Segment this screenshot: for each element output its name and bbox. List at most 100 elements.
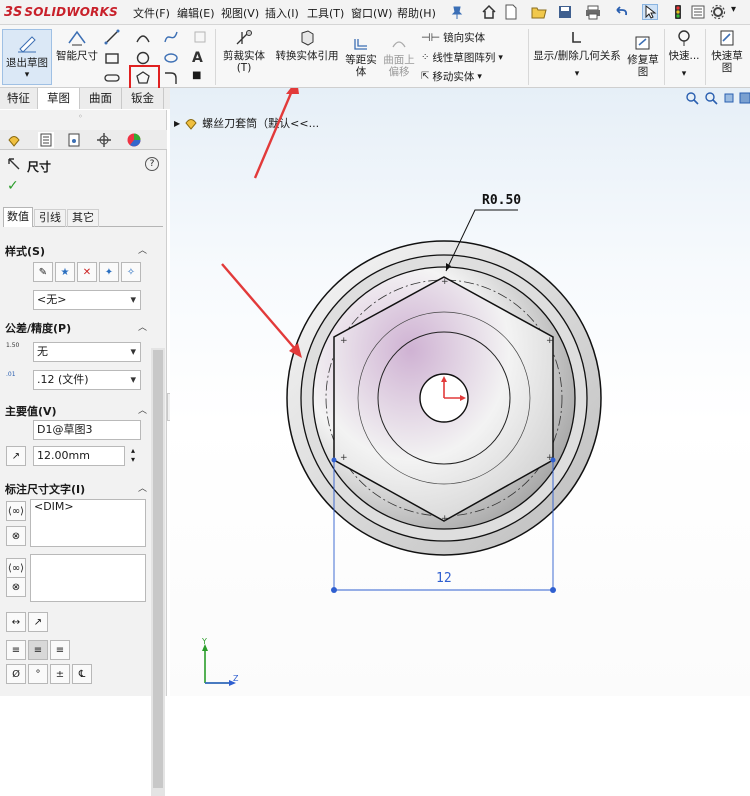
value-spinner-icon[interactable]: ▴ ▾ <box>127 446 139 466</box>
polygon-tool-icon[interactable] <box>135 70 151 86</box>
panel-splitter-handle[interactable]: ◦ <box>78 112 83 121</box>
load-style-icon[interactable]: ✧ <box>121 262 141 282</box>
tolerance-section-header[interactable]: 公差/精度(P) <box>5 320 71 336</box>
slot-tool-icon[interactable] <box>104 70 120 86</box>
display-manager-icon[interactable] <box>126 132 142 148</box>
reverse-direction-icon[interactable]: ↗ <box>6 446 26 466</box>
point-tool-icon[interactable]: ■ <box>192 70 208 86</box>
leader-arrow-icon[interactable]: ↗ <box>28 612 48 632</box>
offset-on-surface-button[interactable]: 曲面上 偏移 <box>380 35 418 85</box>
open-folder-icon[interactable] <box>531 4 547 20</box>
offset-entities-button[interactable]: 等距实 体 <box>344 35 378 85</box>
ellipse-tool-icon[interactable] <box>163 50 179 66</box>
dimxpert-manager-icon[interactable] <box>96 132 112 148</box>
repair-sketch-button[interactable]: 修复草 图 <box>625 35 661 85</box>
update-style-icon[interactable]: ★ <box>55 262 75 282</box>
ok-checkmark-icon[interactable]: ✓ <box>7 178 19 194</box>
dimension-value-field[interactable]: 12.00mm <box>33 446 125 466</box>
linear-pattern-button[interactable]: ⁘ 线性草图阵列 ▾ <box>421 50 503 65</box>
centerline-symbol-icon[interactable]: ℄ <box>72 664 92 684</box>
menu-edit[interactable]: 编辑(E) <box>177 5 215 21</box>
save-icon[interactable] <box>557 4 573 20</box>
options-gear-icon[interactable] <box>710 4 726 20</box>
arc-tool-icon[interactable] <box>135 29 151 45</box>
help-icon[interactable]: ? <box>145 157 159 171</box>
graphics-area[interactable]: ▶ 螺丝刀套筒（默认<<... + + + + + + Y Z R0.50 12 <box>170 88 750 696</box>
file-properties-icon[interactable] <box>690 4 706 20</box>
subtab-value[interactable]: 数值 <box>3 207 33 227</box>
property-manager-icon[interactable] <box>38 132 54 148</box>
menu-insert[interactable]: 插入(I) <box>265 5 299 21</box>
justify-dimension-icon[interactable]: ↔ <box>6 612 26 632</box>
diameter-symbol-icon[interactable]: Ø <box>6 664 26 684</box>
mirror-entities-button[interactable]: ⊣⊢ 镜向实体 <box>421 30 485 45</box>
collapse-chevron-icon[interactable]: ︿ <box>138 403 147 416</box>
menu-file[interactable]: 文件(F) <box>133 5 170 21</box>
select-pointer-icon[interactable] <box>642 4 658 20</box>
configuration-manager-icon[interactable] <box>66 132 82 148</box>
save-style-icon[interactable]: ✦ <box>99 262 119 282</box>
tolerance-type-select[interactable]: 无 <box>33 342 141 362</box>
print-icon[interactable] <box>585 4 601 20</box>
dimension-text-bottom-field[interactable] <box>30 554 146 602</box>
dim-text-add-icon[interactable]: ⊗ <box>6 526 26 546</box>
dim-text-below-icon[interactable]: ⟨∞⟩ <box>6 558 26 578</box>
scrollbar-thumb[interactable] <box>153 350 163 788</box>
pin-icon[interactable] <box>449 4 465 20</box>
new-document-icon[interactable] <box>503 4 519 20</box>
solidworks-logo[interactable]: 3S SOLIDWORKS <box>4 3 118 21</box>
circle-tool-icon[interactable] <box>135 50 151 66</box>
collapse-chevron-icon[interactable]: ︿ <box>138 481 147 494</box>
exit-sketch-button[interactable]: 退出草图 ▾ <box>2 29 52 85</box>
align-center-icon[interactable]: ≡ <box>28 640 48 660</box>
tab-surfaces[interactable]: 曲面 <box>80 88 122 109</box>
options-dropdown-icon[interactable]: ▾ <box>731 4 747 20</box>
tab-sheet-metal[interactable]: 钣金 <box>122 88 164 109</box>
dimension-text-section-header[interactable]: 标注尺寸文字(I) <box>5 481 85 497</box>
panel-scrollbar[interactable] <box>151 348 165 796</box>
subtab-leaders[interactable]: 引线 <box>34 209 66 227</box>
dim-text-remove-icon[interactable]: ⊗ <box>6 577 26 597</box>
dimension-text-top-field[interactable]: <DIM> <box>30 499 146 547</box>
align-right-icon[interactable]: ≡ <box>50 640 70 660</box>
tab-features[interactable]: 特征 <box>0 88 38 109</box>
rectangle-tool-icon[interactable] <box>104 50 120 66</box>
line-tool-icon[interactable] <box>104 29 120 45</box>
delete-style-icon[interactable]: ✕ <box>77 262 97 282</box>
smart-dimension-button[interactable]: 智能尺寸 <box>54 29 100 69</box>
style-select[interactable]: <无> <box>33 290 141 310</box>
radius-dimension-label[interactable]: R0.50 <box>482 193 521 208</box>
apply-default-style-icon[interactable]: ✎ <box>33 262 53 282</box>
plus-minus-symbol-icon[interactable]: ± <box>50 664 70 684</box>
spline-tool-icon[interactable] <box>163 29 179 45</box>
trim-entities-button[interactable]: 剪裁实体(T) <box>218 29 270 74</box>
convert-entities-button[interactable]: 转换实体引用 <box>272 29 342 69</box>
menu-tools[interactable]: 工具(T) <box>307 5 344 21</box>
quick-snaps-button[interactable]: 快速... ▾ <box>666 29 702 85</box>
degree-symbol-icon[interactable]: ° <box>28 664 48 684</box>
dimension-name-field[interactable]: D1@草图3 <box>33 420 141 440</box>
move-entities-button[interactable]: ⇱ 移动实体 ▾ <box>421 69 482 84</box>
menu-help[interactable]: 帮助(H) <box>397 5 436 21</box>
traffic-light-icon[interactable] <box>670 4 686 20</box>
tab-sketch[interactable]: 草图 <box>38 88 80 109</box>
align-left-icon[interactable]: ≡ <box>6 640 26 660</box>
rapid-sketch-button[interactable]: 快速草 图 <box>707 29 747 85</box>
fillet-tool-icon[interactable] <box>163 70 179 86</box>
text-tool-icon[interactable]: A <box>192 50 208 66</box>
dim-text-above-icon[interactable]: ⟨∞⟩ <box>6 501 26 521</box>
collapse-chevron-icon[interactable]: ︿ <box>138 243 147 256</box>
undo-icon[interactable] <box>613 4 629 20</box>
width-dimension-label[interactable]: 12 <box>436 571 452 586</box>
precision-select[interactable]: .12 (文件) <box>33 370 141 390</box>
plane-tool-icon[interactable] <box>192 29 208 45</box>
collapse-chevron-icon[interactable]: ︿ <box>138 320 147 333</box>
menu-view[interactable]: 视图(V) <box>221 5 259 21</box>
feature-manager-icon[interactable] <box>6 132 22 148</box>
style-section-header[interactable]: 样式(S) <box>5 243 45 259</box>
menu-window[interactable]: 窗口(W) <box>351 5 392 21</box>
show-delete-relations-button[interactable]: 显示/删除几何关系 ▾ <box>531 29 623 85</box>
home-icon[interactable] <box>481 4 497 20</box>
primary-value-section-header[interactable]: 主要值(V) <box>5 403 57 419</box>
subtab-other[interactable]: 其它 <box>67 209 99 227</box>
